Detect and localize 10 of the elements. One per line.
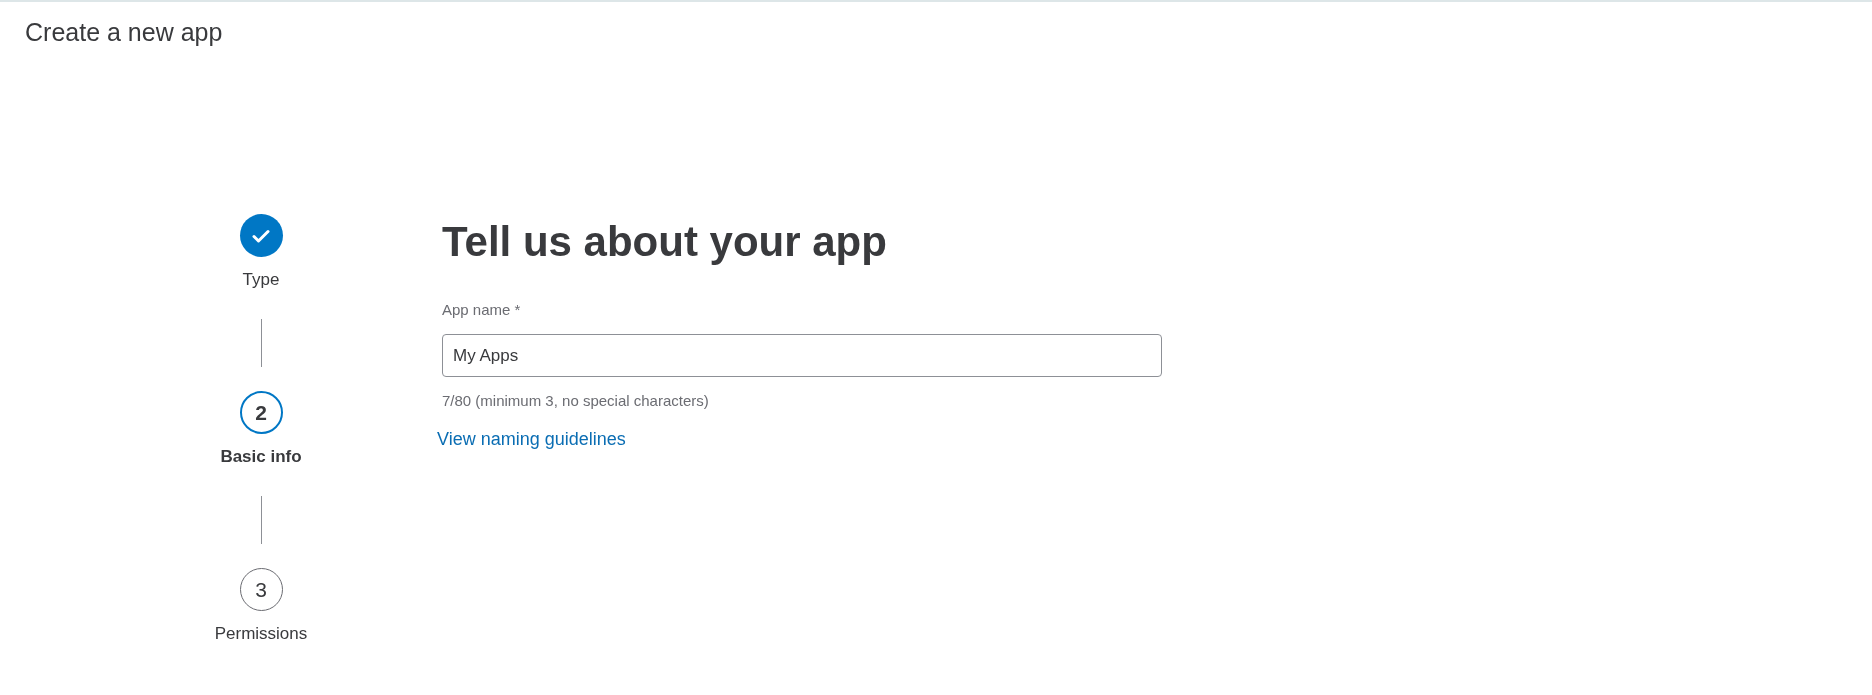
input-field[interactable]: My Apps xyxy=(442,334,1162,377)
step-label: Basic info xyxy=(220,446,302,468)
field-label: App name * xyxy=(442,300,521,320)
step-label: Type xyxy=(242,269,280,291)
guidelines-link[interactable]: View naming guidelines xyxy=(437,428,626,450)
helper-text: 7/80 (minimum 3, no special characters) xyxy=(442,391,709,411)
step-label: Permissions xyxy=(214,623,308,645)
form-heading: Tell us about your app xyxy=(442,217,887,267)
page-title: Create a new app xyxy=(24,17,224,48)
step-number: 2 xyxy=(239,391,283,434)
